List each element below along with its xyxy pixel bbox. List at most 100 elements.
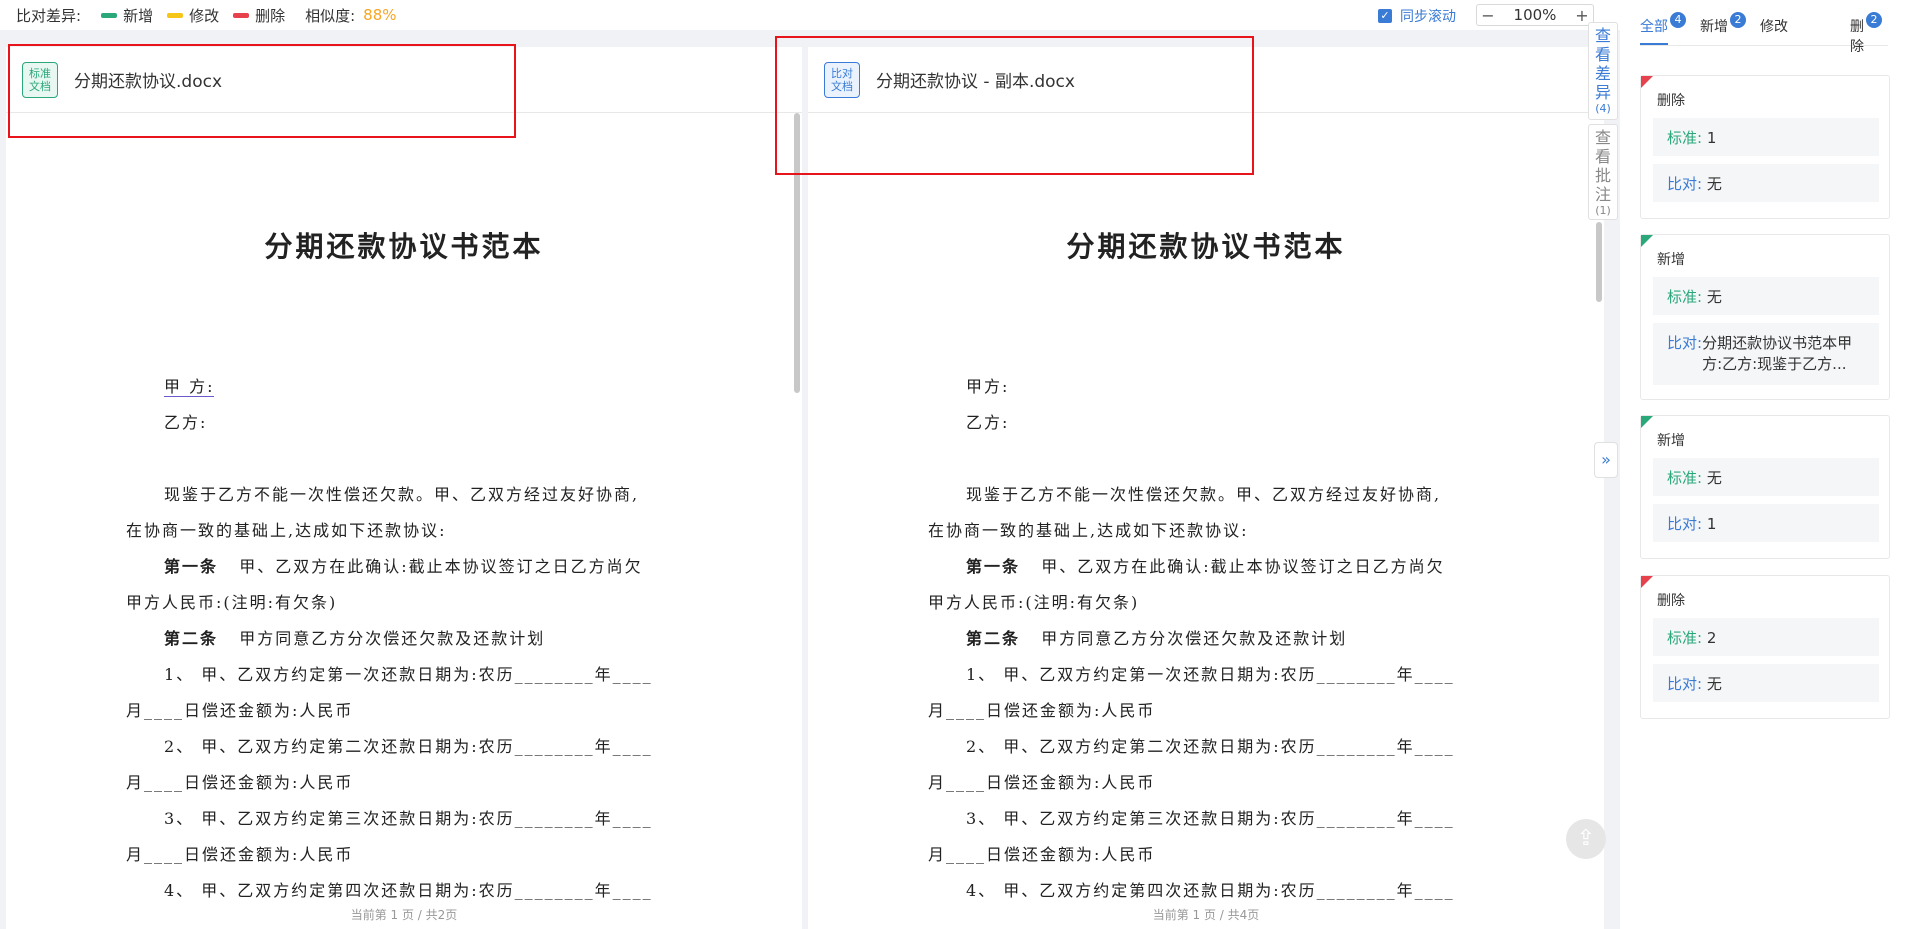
legend-modified-swatch xyxy=(167,12,184,18)
tab-deleted[interactable]: 删除 2 xyxy=(1850,10,1882,56)
view-comment-label: 查看批注 xyxy=(1595,128,1612,204)
paragraph-1-line-1: 现鉴于乙方不能一次性偿还欠款。甲、乙双方经过友好协商, xyxy=(164,485,640,504)
tab-added[interactable]: 新增 2 xyxy=(1700,10,1746,45)
diff-type: 新增 xyxy=(1657,252,1685,268)
standard-value: 无 xyxy=(1706,288,1722,306)
article-1-line-2: 甲方人民币:(注明:有欠条) xyxy=(126,593,338,612)
item-2-line-2: 月____日偿还金额为:人民币 xyxy=(126,773,354,792)
diff-type: 删除 xyxy=(1657,93,1685,109)
tab-deleted-label: 删除 xyxy=(1850,19,1864,55)
item-1-line-1: 1、 甲、乙双方约定第一次还款日期为:农历________年____ xyxy=(966,665,1455,684)
standard-label: 标准: xyxy=(1667,129,1703,147)
legend-modified: 修改 xyxy=(167,5,219,26)
back-to-top-icon[interactable]: ⇪ xyxy=(1566,819,1606,859)
party-b-line: 乙方: xyxy=(966,413,1010,432)
diff-card[interactable]: 删除 标准: 1 比对: 无 xyxy=(1640,75,1890,219)
view-diff-count: (4) xyxy=(1595,102,1611,115)
zoom-out-button[interactable]: − xyxy=(1477,6,1499,25)
item-3-line-1: 3、 甲、乙双方约定第三次还款日期为:农历________年____ xyxy=(966,809,1455,828)
paragraph-1-line-2: 在协商一致的基础上,达成如下还款协议: xyxy=(126,521,447,540)
legend-deleted: 删除 xyxy=(233,5,285,26)
diff-card[interactable]: 新增 标准: 无 比对: 分期还款协议书范本甲方:乙方:现鉴于乙方... xyxy=(1640,234,1890,400)
tab-all[interactable]: 全部 4 xyxy=(1640,10,1686,45)
compare-doc-page: 分期还款协议书范本 甲方: 乙方: 现鉴于乙方不能一次性偿还欠款。甲、乙双方经过… xyxy=(808,47,1604,929)
compare-label: 比对: xyxy=(1667,515,1703,533)
item-4-line-1: 4、 甲、乙双方约定第四次还款日期为:农历________年____ xyxy=(164,881,653,900)
party-b-line: 乙方: xyxy=(164,413,208,432)
diff-toolbar: 比对差异: 新增 修改 删除 相似度: 88% xyxy=(0,0,1620,30)
zoom-value: 100% xyxy=(1513,6,1557,24)
view-diff-label: 查看差异 xyxy=(1595,26,1612,102)
sync-scroll-label: 同步滚动 xyxy=(1400,9,1456,25)
legend-added-swatch xyxy=(101,12,118,18)
added-corner-marker xyxy=(1641,235,1653,247)
item-1-line-2: 月____日偿还金额为:人民币 xyxy=(126,701,354,720)
expand-panel-button[interactable]: » xyxy=(1594,442,1618,478)
sync-scroll-checkbox[interactable]: ✓ xyxy=(1378,9,1392,23)
article-2-text: 甲方同意乙方分次偿还欠款及还款计划 xyxy=(239,629,546,648)
added-corner-marker xyxy=(1641,416,1653,428)
item-1-line-2: 月____日偿还金额为:人民币 xyxy=(928,701,1156,720)
compare-label: 比对: xyxy=(1667,175,1703,193)
sync-scroll-toggle[interactable]: ✓ 同步滚动 xyxy=(1378,6,1456,26)
diff-card[interactable]: 删除 标准: 2 比对: 无 xyxy=(1640,575,1890,719)
tab-all-count: 4 xyxy=(1670,12,1686,28)
legend-added: 新增 xyxy=(101,5,153,26)
tab-deleted-count: 2 xyxy=(1866,12,1882,28)
article-1-line-1: 第一条 甲、乙双方在此确认:截止本协议签订之日乙方尚欠 xyxy=(966,553,1445,577)
standard-header-highlight xyxy=(8,44,516,138)
diff-card[interactable]: 新增 标准: 无 比对: 1 xyxy=(1640,415,1890,559)
item-3-line-2: 月____日偿还金额为:人民币 xyxy=(126,845,354,864)
standard-doc-page: 分期还款协议书范本 甲 方: 乙方: 现鉴于乙方不能一次性偿还欠款。甲、乙双方经… xyxy=(6,47,802,929)
diff-type: 新增 xyxy=(1657,433,1685,449)
view-diff-tab[interactable]: 查看差异 (4) xyxy=(1588,22,1618,120)
deleted-corner-marker xyxy=(1641,76,1653,88)
diff-type: 删除 xyxy=(1657,593,1685,609)
article-2-heading: 第二条 xyxy=(966,629,1021,648)
tab-added-label: 新增 xyxy=(1700,19,1728,35)
tab-modified[interactable]: 修改 xyxy=(1760,10,1788,45)
article-2-heading: 第二条 xyxy=(164,629,219,648)
legend-deleted-label: 删除 xyxy=(255,6,286,25)
standard-doc-pager: 当前第 1 页 / 共2页 xyxy=(350,908,458,922)
tab-all-label: 全部 xyxy=(1640,19,1668,35)
standard-value: 1 xyxy=(1706,129,1717,147)
zoom-control: − 100% + xyxy=(1476,4,1594,26)
diff-filter-tabs: 全部 4 新增 2 修改 删除 2 xyxy=(1640,10,1888,55)
diff-standard-row: 标准: 2 xyxy=(1653,618,1879,656)
compare-value: 无 xyxy=(1706,175,1722,193)
item-1-line-1: 1、 甲、乙双方约定第一次还款日期为:农历________年____ xyxy=(164,665,653,684)
legend-added-label: 新增 xyxy=(123,6,154,25)
item-4-line-1: 4、 甲、乙双方约定第四次还款日期为:农历________年____ xyxy=(966,881,1455,900)
similarity-value: 88% xyxy=(363,6,397,24)
article-1-line-2: 甲方人民币:(注明:有欠条) xyxy=(928,593,1140,612)
paragraph-1-line-1: 现鉴于乙方不能一次性偿还欠款。甲、乙双方经过友好协商, xyxy=(966,485,1442,504)
compare-value: 分期还款协议书范本甲方:乙方:现鉴于乙方... xyxy=(1702,334,1853,373)
legend-modified-label: 修改 xyxy=(189,6,220,25)
item-2-line-2: 月____日偿还金额为:人民币 xyxy=(928,773,1156,792)
diff-sidebar: 全部 4 新增 2 修改 删除 2 删除 标准: 1 比对: 无 新增 标准: … xyxy=(1620,0,1912,929)
diff-compare-row: 比对: 1 xyxy=(1653,504,1879,542)
standard-label: 标准: xyxy=(1667,469,1703,487)
compare-doc-scrollbar[interactable] xyxy=(1596,222,1602,302)
diff-standard-row: 标准: 无 xyxy=(1653,458,1879,496)
item-3-line-1: 3、 甲、乙双方约定第三次还款日期为:农历________年____ xyxy=(164,809,653,828)
standard-value: 无 xyxy=(1706,469,1722,487)
view-comment-count: (1) xyxy=(1595,204,1611,217)
standard-label: 标准: xyxy=(1667,629,1703,647)
standard-value: 2 xyxy=(1706,629,1717,647)
article-1-text: 甲、乙双方在此确认:截止本协议签订之日乙方尚欠 xyxy=(1041,557,1445,576)
tab-added-count: 2 xyxy=(1730,12,1746,28)
item-2-line-1: 2、 甲、乙双方约定第二次还款日期为:农历________年____ xyxy=(164,737,653,756)
standard-label: 标准: xyxy=(1667,288,1703,306)
diff-compare-row: 比对: 分期还款协议书范本甲方:乙方:现鉴于乙方... xyxy=(1653,323,1879,385)
paragraph-1-line-2: 在协商一致的基础上,达成如下还款协议: xyxy=(928,521,1249,540)
view-comment-tab[interactable]: 查看批注 (1) xyxy=(1588,124,1618,220)
standard-document-pane: 标准 文档 分期还款协议.docx 分期还款协议书范本 甲 方: 乙方: 现鉴于… xyxy=(6,47,802,929)
article-1-line-1: 第一条 甲、乙双方在此确认:截止本协议签订之日乙方尚欠 xyxy=(164,553,643,577)
compare-value: 1 xyxy=(1706,515,1717,533)
item-3-line-2: 月____日偿还金额为:人民币 xyxy=(928,845,1156,864)
article-1-heading: 第一条 xyxy=(164,557,219,576)
diff-compare-row: 比对: 无 xyxy=(1653,164,1879,202)
doc-title: 分期还款协议书范本 xyxy=(1066,230,1346,263)
